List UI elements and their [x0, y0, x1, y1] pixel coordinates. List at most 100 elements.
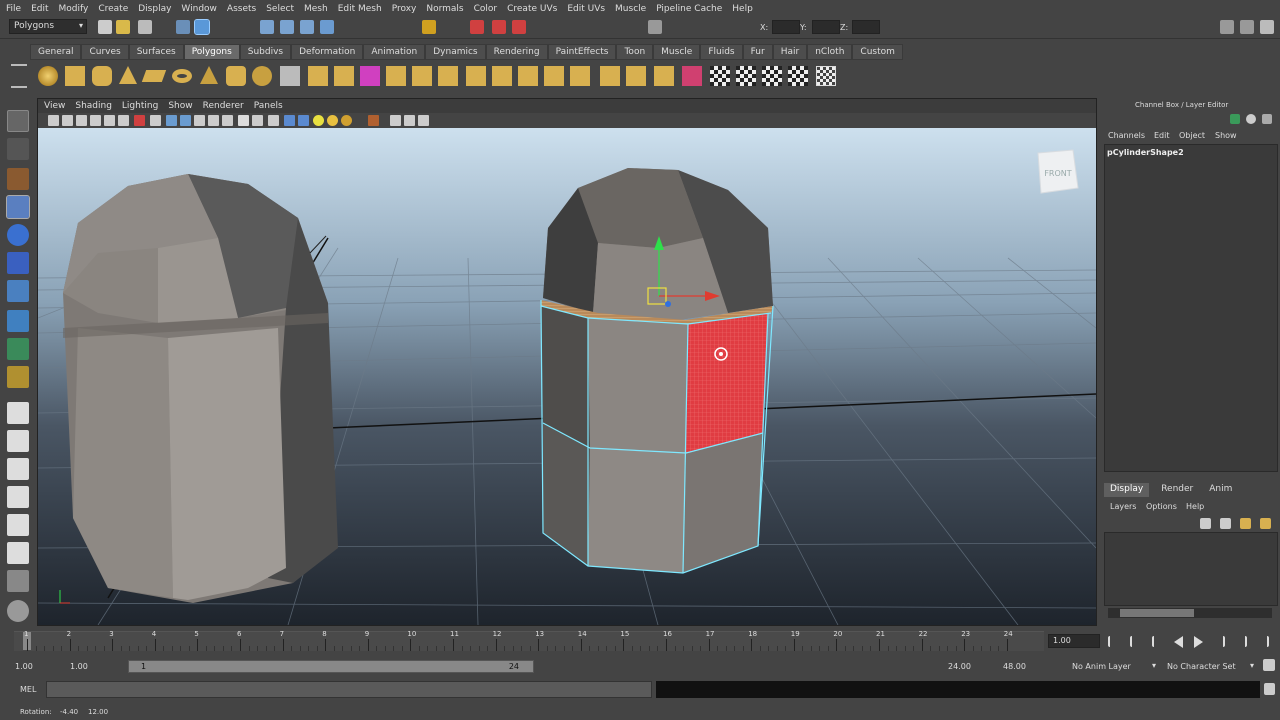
- poly-prism-icon[interactable]: [200, 66, 218, 84]
- collapse-icon[interactable]: [600, 66, 620, 86]
- layout-hypershade-icon[interactable]: [7, 542, 29, 564]
- menu-file[interactable]: File: [6, 4, 21, 14]
- poly-cylinder-icon[interactable]: [92, 66, 112, 86]
- poly-cube-icon[interactable]: [65, 66, 85, 86]
- light-1-icon[interactable]: [313, 115, 324, 126]
- sculpt-icon[interactable]: [682, 66, 702, 86]
- select-by-hierarchy-icon[interactable]: [176, 20, 190, 34]
- channel-menu-channels[interactable]: Channels: [1108, 131, 1145, 140]
- anim-layer-chevron-icon[interactable]: ▾: [1152, 661, 1156, 670]
- new-layer-icon-3[interactable]: [1240, 518, 1251, 529]
- wedge-icon[interactable]: [654, 66, 674, 86]
- select-tool-icon[interactable]: [7, 110, 29, 132]
- new-layer-icon-1[interactable]: [1200, 518, 1211, 529]
- menu-pipeline-cache[interactable]: Pipeline Cache: [656, 4, 722, 14]
- menu-mesh[interactable]: Mesh: [304, 4, 328, 14]
- panel-menu-shading[interactable]: Shading: [75, 101, 112, 111]
- snap-view-plane-icon[interactable]: [512, 20, 526, 34]
- panel-menu-view[interactable]: View: [44, 101, 65, 111]
- layer-menu-help[interactable]: Help: [1186, 502, 1204, 511]
- character-set-chevron-icon[interactable]: ▾: [1250, 661, 1254, 670]
- soft-modification-icon[interactable]: [7, 310, 29, 332]
- select-by-component-icon[interactable]: [194, 19, 210, 35]
- poly-pipe-icon[interactable]: [226, 66, 246, 86]
- append-polygon-icon[interactable]: [438, 66, 458, 86]
- layout-side-icon[interactable]: [7, 458, 29, 480]
- layer-tab-display[interactable]: Display: [1104, 483, 1150, 497]
- planar-map-icon[interactable]: [710, 66, 730, 86]
- shelf-tab-toon[interactable]: Toon: [616, 44, 654, 60]
- view-cube[interactable]: FRONT: [1037, 149, 1079, 194]
- scale-tool-icon[interactable]: [7, 252, 29, 274]
- range-slider-bar[interactable]: 1 24: [128, 660, 534, 673]
- textured-icon[interactable]: [194, 115, 205, 126]
- shelf-menu-icon[interactable]: [11, 64, 27, 88]
- spherical-map-icon[interactable]: [762, 66, 782, 86]
- default-lights-icon[interactable]: [208, 115, 219, 126]
- poly-soccer-ball-icon[interactable]: [252, 66, 272, 86]
- shelf-tab-painteffects[interactable]: PaintEffects: [547, 44, 617, 60]
- new-layer-icon-2[interactable]: [1220, 518, 1231, 529]
- mask-vertex-icon[interactable]: [260, 20, 274, 34]
- channel-menu-object[interactable]: Object: [1179, 131, 1205, 140]
- panel-menu-lighting[interactable]: Lighting: [122, 101, 158, 111]
- xray-joints-icon[interactable]: [284, 115, 295, 126]
- automatic-map-icon[interactable]: [788, 66, 808, 86]
- menu-window[interactable]: Window: [181, 4, 217, 14]
- menu-display[interactable]: Display: [138, 4, 171, 14]
- playback-end-field[interactable]: 24.00: [948, 662, 971, 671]
- image-plane-icon[interactable]: [90, 115, 101, 126]
- wireframe-on-shaded-icon[interactable]: [180, 115, 191, 126]
- layer-menu-layers[interactable]: Layers: [1110, 502, 1136, 511]
- bookmark-icon[interactable]: [76, 115, 87, 126]
- smooth-proxy-icon[interactable]: [360, 66, 380, 86]
- grid-toggle-icon[interactable]: [104, 115, 115, 126]
- menu-set-dropdown[interactable]: Polygons: [9, 19, 87, 34]
- layout-graph-icon[interactable]: [7, 514, 29, 536]
- light-2-icon[interactable]: [327, 115, 338, 126]
- shelf-tab-animation[interactable]: Animation: [363, 44, 426, 60]
- select-camera-icon[interactable]: [48, 115, 59, 126]
- menu-edit[interactable]: Edit: [31, 4, 48, 14]
- mask-face-icon[interactable]: [300, 20, 314, 34]
- z-field[interactable]: [852, 20, 880, 34]
- share-icon[interactable]: [418, 115, 429, 126]
- isolate-icon[interactable]: [368, 115, 379, 126]
- shadows-icon[interactable]: [238, 115, 249, 126]
- layout-outliner-icon[interactable]: [7, 486, 29, 508]
- smooth-shade-icon[interactable]: [166, 115, 177, 126]
- anim-layer-dropdown[interactable]: No Anim Layer: [1072, 662, 1131, 671]
- channel-box-icon-2[interactable]: [1246, 114, 1256, 124]
- backface-icon[interactable]: [298, 115, 309, 126]
- camera-attributes-icon[interactable]: [62, 115, 73, 126]
- layout-single-icon[interactable]: [7, 402, 29, 424]
- combine-icon[interactable]: [280, 66, 300, 86]
- separate-icon[interactable]: [308, 66, 328, 86]
- film-gate-icon[interactable]: [118, 115, 129, 126]
- end-time-field[interactable]: 48.00: [1003, 662, 1026, 671]
- menu-normals[interactable]: Normals: [426, 4, 463, 14]
- toggle-tool-settings-icon[interactable]: [1240, 20, 1254, 34]
- current-frame-field[interactable]: 1.00: [1048, 634, 1100, 648]
- go-to-start-icon[interactable]: [1108, 636, 1119, 647]
- toggle-channel-box-icon[interactable]: [1260, 20, 1274, 34]
- uv-texture-editor-icon[interactable]: [816, 66, 836, 86]
- shelf-tab-fur[interactable]: Fur: [742, 44, 773, 60]
- open-scene-icon[interactable]: [116, 20, 130, 34]
- shelf-tab-ncloth[interactable]: nCloth: [807, 44, 853, 60]
- shelf-tab-hair[interactable]: Hair: [772, 44, 808, 60]
- split-polygon-icon[interactable]: [466, 66, 486, 86]
- layout-four-icon[interactable]: [7, 430, 29, 452]
- resolution-gate-icon[interactable]: [134, 115, 145, 126]
- play-backwards-icon[interactable]: [1174, 636, 1183, 648]
- bridge-icon[interactable]: [412, 66, 432, 86]
- shelf-tab-custom[interactable]: Custom: [852, 44, 903, 60]
- character-set-dropdown[interactable]: No Character Set: [1167, 662, 1236, 671]
- shelf-tab-general[interactable]: General: [30, 44, 82, 60]
- channel-menu-show[interactable]: Show: [1215, 131, 1237, 140]
- shelf-tab-muscle[interactable]: Muscle: [653, 44, 701, 60]
- universal-manipulator-icon[interactable]: [7, 280, 29, 302]
- menu-assets[interactable]: Assets: [227, 4, 256, 14]
- mask-uv-icon[interactable]: [320, 20, 334, 34]
- toggle-attribute-editor-icon[interactable]: [1220, 20, 1234, 34]
